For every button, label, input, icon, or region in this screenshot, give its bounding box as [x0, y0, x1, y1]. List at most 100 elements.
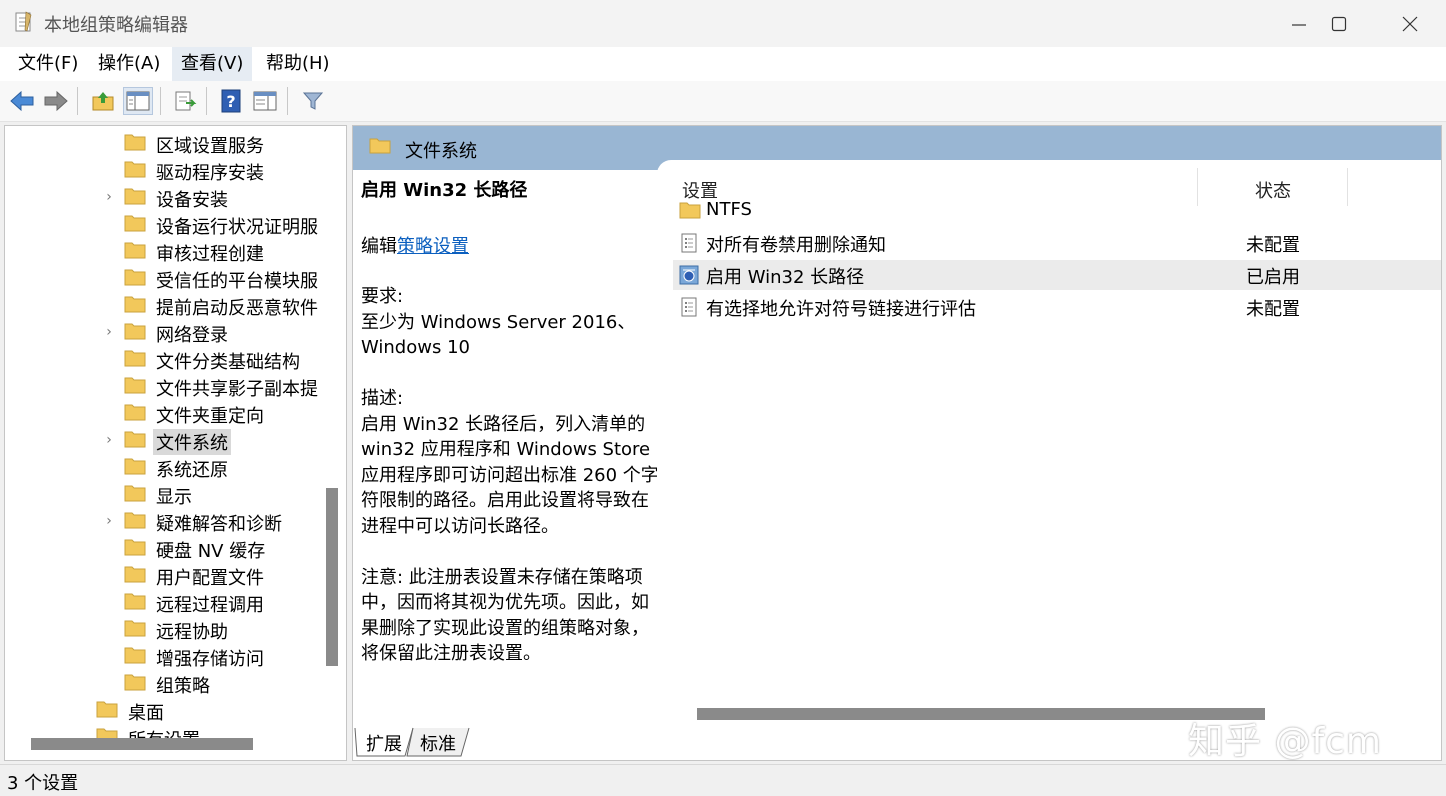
tree-item-label: 远程协助	[156, 622, 228, 643]
tree-pane[interactable]: 区域设置服务 驱动程序安装 › 设备安装设备运行状况证明服 审核过程创建 受信任的平台模块…	[4, 125, 347, 761]
settings-row[interactable]: 对所有卷禁用删除通知 未配置	[673, 228, 1441, 258]
help-icon: ?	[221, 89, 241, 113]
edit-policy-link[interactable]: 策略设置	[397, 236, 469, 257]
expand-chevron-icon[interactable]: ›	[103, 513, 115, 529]
policy-title: 启用 Win32 长路径	[361, 180, 528, 201]
folder-icon	[124, 565, 146, 588]
tree-item[interactable]: 文件夹重定向	[5, 399, 325, 427]
tree-item-label: 用户配置文件	[156, 568, 264, 589]
settings-row[interactable]: 有选择地允许对符号链接进行评估 未配置	[673, 292, 1441, 322]
tree-item[interactable]: 桌面	[5, 696, 325, 724]
tree-item[interactable]: 增强存储访问	[5, 642, 325, 670]
tree-item-label: 桌面	[128, 703, 164, 724]
toolbar: ?	[0, 81, 1446, 122]
note-text: 注意: 此注册表设置未存储在策略项中，因而将其视为优先项。因此，如果删除了实现此…	[361, 566, 649, 665]
tree-item[interactable]: › 文件系统	[5, 426, 325, 455]
back-button[interactable]	[7, 87, 37, 115]
show-hide-tree-icon	[126, 91, 150, 111]
menu-file[interactable]: 文件(F)	[9, 47, 87, 81]
tree-item-label: 提前启动反恶意软件	[156, 298, 318, 319]
menu-help[interactable]: 帮助(H)	[257, 47, 339, 81]
setting-name: NTFS	[706, 199, 752, 220]
help-button[interactable]: ?	[216, 87, 246, 115]
tab-extended[interactable]: 扩展	[366, 730, 402, 760]
title-bar: 本地组策略编辑器	[0, 0, 1446, 47]
setting-state: 未配置	[1246, 299, 1300, 320]
tree-item-label: 区域设置服务	[156, 136, 264, 157]
edit-prefix: 编辑	[361, 235, 397, 257]
filter-button[interactable]	[298, 87, 328, 115]
tree-item[interactable]: 硬盘 NV 缓存	[5, 534, 325, 562]
tree-item[interactable]: 设备运行状况证明服	[5, 210, 325, 238]
policy-setting-icon	[679, 233, 699, 258]
tree-item[interactable]: 远程协助	[5, 615, 325, 643]
tree-item-label: 系统还原	[156, 460, 228, 481]
details-header-title: 文件系统	[405, 141, 477, 162]
folder-icon	[124, 241, 146, 264]
tree-item[interactable]: › 设备安装	[5, 183, 325, 211]
folder-icon	[96, 700, 118, 723]
svg-text:?: ?	[226, 92, 235, 111]
show-hide-tree-button[interactable]	[123, 87, 153, 115]
filter-icon	[302, 92, 324, 110]
toolbar-separator	[77, 87, 78, 115]
folder-icon	[124, 322, 146, 345]
export-list-button[interactable]	[170, 87, 200, 115]
tree-item[interactable]: 文件分类基础结构	[5, 345, 325, 373]
tab-standard[interactable]: 标准	[420, 730, 456, 760]
tree-item-label: 审核过程创建	[156, 244, 264, 265]
folder-icon	[124, 619, 146, 642]
tree-item[interactable]: 系统还原	[5, 453, 325, 481]
tree-item[interactable]: 用户配置文件	[5, 561, 325, 589]
expand-chevron-icon[interactable]: ›	[103, 432, 115, 448]
expand-chevron-icon[interactable]: ›	[103, 189, 115, 205]
list-horizontal-scrollbar[interactable]	[697, 708, 1265, 720]
folder-icon	[369, 138, 391, 154]
tree-item[interactable]: 区域设置服务	[5, 129, 325, 157]
settings-rows: NTFS 对所有卷禁用删除通知 未配置 启用 Win32 长路径 已启用 有选择地允许对符…	[657, 199, 1441, 334]
folder-icon	[124, 295, 146, 318]
setting-name: 对所有卷禁用删除通知	[706, 235, 886, 256]
export-list-icon	[175, 91, 197, 111]
tree-item[interactable]: › 网络登录	[5, 318, 325, 346]
menu-view[interactable]: 查看(V)	[172, 47, 253, 81]
description-text: 启用 Win32 长路径后，列入清单的 win32 应用程序和 Windows …	[361, 413, 659, 537]
tree-vertical-scrollbar[interactable]	[326, 488, 338, 666]
gpedit-app-icon	[15, 11, 32, 32]
tree-item-label: 文件共享影子副本提	[156, 379, 318, 400]
tree-item[interactable]: 审核过程创建	[5, 237, 325, 265]
tree-item-label: 组策略	[156, 676, 210, 697]
tree-item[interactable]: 受信任的平台模块服	[5, 264, 325, 292]
tree-item-label: 设备安装	[156, 190, 228, 211]
maximize-button[interactable]	[1304, 0, 1374, 47]
folder-icon	[124, 592, 146, 615]
tree-item[interactable]: 文件共享影子副本提	[5, 372, 325, 400]
menu-action[interactable]: 操作(A)	[89, 47, 169, 81]
folder-icon	[124, 214, 146, 237]
toolbar-separator	[160, 87, 161, 115]
policy-enabled-icon	[679, 265, 699, 290]
expand-chevron-icon[interactable]: ›	[103, 324, 115, 340]
forward-button[interactable]	[41, 87, 71, 115]
tree-item[interactable]: 组策略	[5, 669, 325, 697]
tree-item[interactable]: 远程过程调用	[5, 588, 325, 616]
tree-item[interactable]: 显示	[5, 480, 325, 508]
folder-icon	[124, 349, 146, 372]
settings-list[interactable]: 设置 状态 NTFS 对所有卷禁用删除通知 未配置 启用 Win32 长路径 已启用 有选…	[657, 160, 1441, 720]
tree-item[interactable]: › 疑难解答和诊断	[5, 507, 325, 535]
settings-row[interactable]: 启用 Win32 长路径 已启用	[673, 260, 1441, 290]
setting-name: 有选择地允许对符号链接进行评估	[706, 299, 976, 320]
tree-item[interactable]: 提前启动反恶意软件	[5, 291, 325, 319]
close-button[interactable]	[1375, 0, 1445, 47]
tree-item-label: 文件分类基础结构	[156, 352, 300, 373]
tree-item-label: 设备运行状况证明服	[156, 217, 318, 238]
up-one-level-button[interactable]	[88, 87, 118, 115]
properties-pane-button[interactable]	[250, 87, 280, 115]
settings-row[interactable]: NTFS	[673, 196, 1441, 226]
tree-horizontal-scrollbar[interactable]	[31, 738, 253, 750]
tree-item-label: 文件夹重定向	[156, 406, 264, 427]
menu-bar: 文件(F) 操作(A) 查看(V) 帮助(H)	[0, 47, 1446, 81]
status-text: 3 个设置	[7, 773, 79, 794]
folder-icon	[679, 201, 701, 224]
tree-item[interactable]: 驱动程序安装	[5, 156, 325, 184]
